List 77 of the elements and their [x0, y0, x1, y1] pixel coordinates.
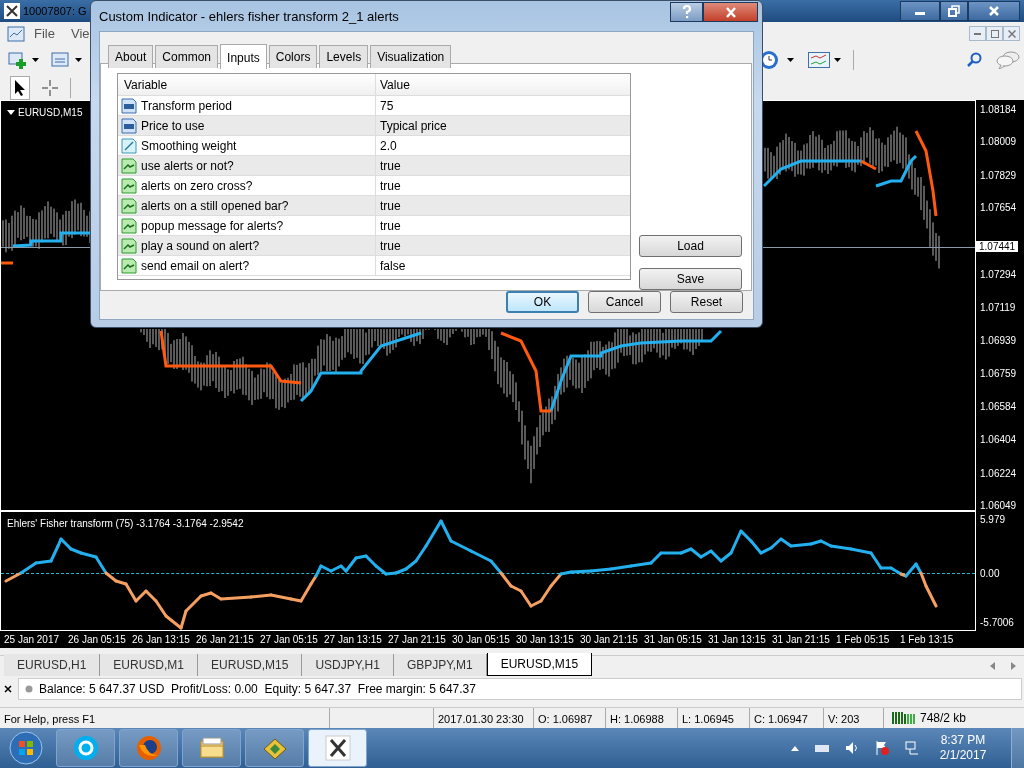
- scale-label: 5.979: [980, 514, 1006, 525]
- tab[interactable]: Common: [155, 45, 219, 68]
- tab[interactable]: About: [108, 45, 154, 68]
- price-label: 1.06404: [980, 434, 1017, 446]
- variable-name: use alerts or not?: [141, 157, 234, 175]
- price-label: 1.07294: [980, 269, 1017, 281]
- variable-value[interactable]: true: [380, 156, 401, 175]
- time-label: 26 Jan 05:15: [67, 633, 127, 647]
- variable-value[interactable]: true: [380, 216, 401, 235]
- time-label: 1 Feb 05:15: [835, 633, 891, 647]
- price-label: 1.06224: [980, 467, 1017, 479]
- variable-value[interactable]: false: [380, 256, 406, 275]
- account-summary: Balance: 5 647.37 USD Profit/Loss: 0.00 Equity: 5 647.37 Free margin: 5 647.37: [39, 681, 476, 698]
- price-label: 1.08184: [980, 104, 1017, 115]
- time-label: 30 Jan 05:15: [451, 633, 511, 647]
- variable-value[interactable]: true: [380, 236, 401, 255]
- menu-item[interactable]: File: [26, 23, 63, 44]
- time-label: 26 Jan 21:15: [195, 633, 255, 647]
- price-label: 1.06939: [980, 334, 1017, 346]
- variable-name: Price to use: [141, 117, 205, 135]
- time-label: 31 Jan 21:15: [771, 633, 831, 647]
- chart-tab[interactable]: EURUSD,M15: [198, 654, 303, 676]
- variable-value[interactable]: true: [380, 196, 401, 215]
- time-label: 25 Jan 2017: [3, 633, 61, 647]
- variable-name: alerts on a still opened bar?: [141, 197, 289, 215]
- variable-name: popup message for alerts?: [141, 217, 284, 235]
- clock-date: 2/1/2017: [938, 748, 988, 763]
- dialog-button[interactable]: OK: [506, 291, 579, 313]
- variable-value[interactable]: true: [380, 176, 401, 195]
- time-label: 30 Jan 21:15: [579, 633, 639, 647]
- chart-symbol: EURUSD,M15: [18, 106, 83, 120]
- tab[interactable]: Levels: [319, 45, 369, 68]
- time-label: 31 Jan 13:15: [707, 633, 767, 647]
- chart-tab[interactable]: EURUSD,M15: [486, 653, 593, 676]
- clock-time: 8:37 PM: [939, 733, 987, 748]
- price-label: 1.07654: [980, 202, 1017, 214]
- dialog-button[interactable]: Cancel: [588, 291, 661, 313]
- current-price-label: 1.07441: [976, 240, 1019, 252]
- chart-tab[interactable]: EURUSD,M1: [100, 654, 199, 676]
- chart-tab[interactable]: USDJPY,H1: [302, 654, 394, 676]
- variable-name: play a sound on alert?: [141, 237, 260, 255]
- tab[interactable]: Colors: [268, 45, 318, 68]
- window-title: 10007807: G: [23, 3, 87, 19]
- column-header: Variable: [124, 76, 168, 94]
- time-label: 27 Jan 21:15: [387, 633, 447, 647]
- variable-value[interactable]: Typical price: [380, 116, 447, 135]
- price-label: 1.07829: [980, 169, 1017, 181]
- variable-name: Transform period: [141, 97, 232, 115]
- traffic-text: 748/2 kb: [920, 710, 967, 727]
- price-label: 1.06759: [980, 368, 1017, 380]
- scale-label: 0.00: [980, 568, 1000, 580]
- tab[interactable]: Visualization: [370, 45, 452, 68]
- variable-name: alerts on zero cross?: [141, 177, 253, 195]
- time-label: 27 Jan 13:15: [323, 633, 383, 647]
- variable-name: Smoothing weight: [141, 137, 237, 155]
- chart-tab[interactable]: EURUSD,H1: [4, 654, 101, 676]
- time-label: 27 Jan 05:15: [259, 633, 319, 647]
- time-label: 1 Feb 13:15: [899, 633, 955, 647]
- column-header: Value: [380, 76, 410, 94]
- tab[interactable]: Inputs: [220, 44, 267, 69]
- variable-name: send email on alert?: [141, 257, 250, 275]
- time-label: 26 Jan 13:15: [131, 633, 191, 647]
- variable-value[interactable]: 2.0: [380, 136, 397, 155]
- price-label: 1.07119: [980, 301, 1016, 313]
- dialog-button[interactable]: Save: [639, 268, 742, 290]
- price-label: 1.06584: [980, 400, 1017, 412]
- price-label: 1.08009: [980, 136, 1017, 148]
- dialog-button[interactable]: Reset: [670, 291, 743, 313]
- time-label: 30 Jan 13:15: [515, 633, 575, 647]
- price-label: 1.06049: [980, 500, 1017, 511]
- dialog-button[interactable]: Load: [639, 235, 742, 257]
- variable-value[interactable]: 75: [380, 96, 394, 115]
- chart-tab[interactable]: GBPJPY,M1: [393, 654, 487, 676]
- scale-label: -5.7006: [980, 617, 1014, 628]
- indicator-legend: Ehlers' Fisher transform (75) -3.1764 -3.1764 -2.9542: [7, 516, 244, 531]
- time-label: 31 Jan 05:15: [643, 633, 703, 647]
- dialog-title: Custom Indicator - ehlers fisher transform 2_1 alerts: [99, 8, 399, 26]
